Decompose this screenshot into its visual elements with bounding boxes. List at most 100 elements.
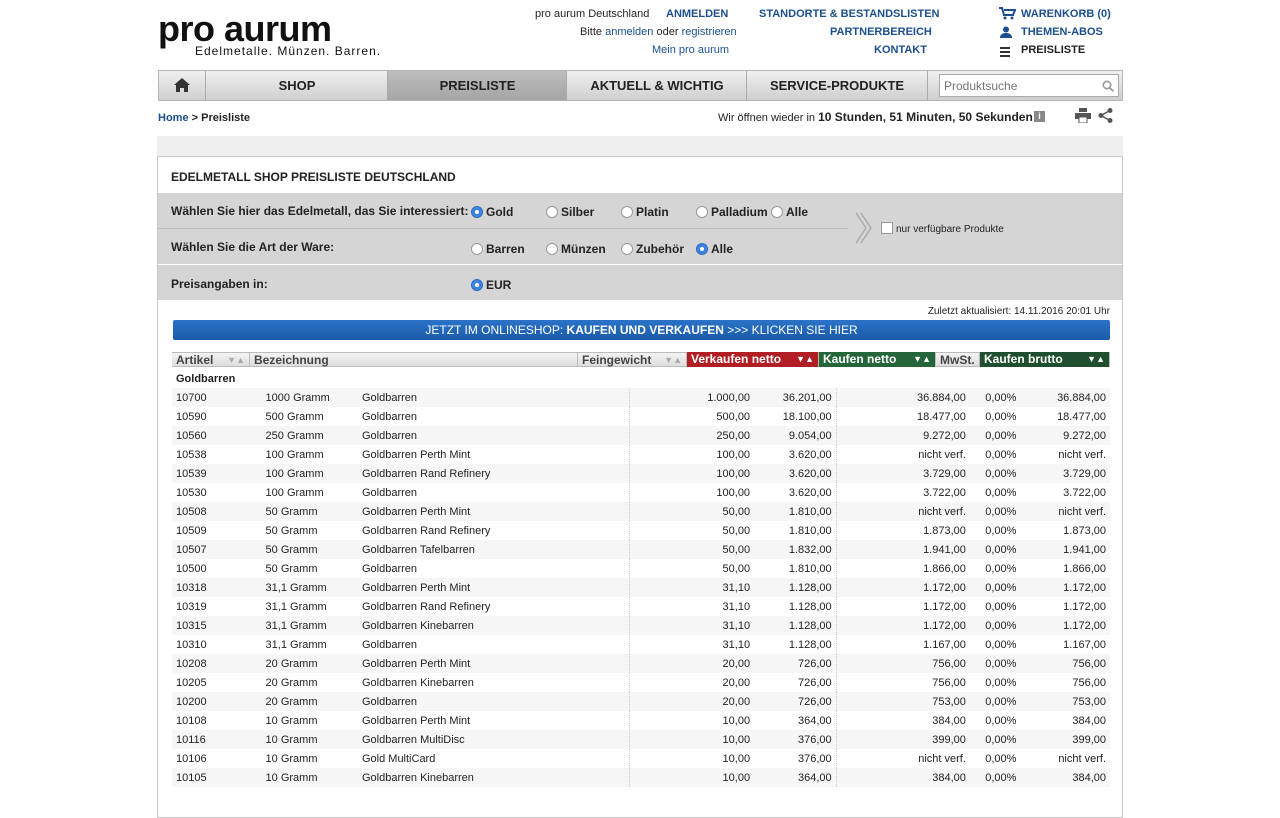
cell-artikel: 10560	[172, 426, 262, 445]
th-mwst: MwSt.	[936, 352, 980, 367]
table-row[interactable]: 10560 250 Gramm Goldbarren 250,00 9.054,00 9.…	[172, 426, 1110, 445]
table-row[interactable]: 10208 20 Gramm Goldbarren Perth Mint 20,00 7…	[172, 654, 1110, 673]
sort-icon[interactable]: ▼▲	[1087, 352, 1105, 367]
table-row[interactable]: 10200 20 Gramm Goldbarren 20,00 726,00 753,00…	[172, 692, 1110, 711]
cell-mwst: 0,00%	[985, 448, 1017, 461]
login-link[interactable]: ANMELDEN	[666, 8, 728, 20]
table-row[interactable]: 10319 31,1 Gramm Goldbarren Rand Refinery 3…	[172, 597, 1110, 616]
table-row[interactable]: 10315 31,1 Gramm Goldbarren Kinebarren 31,1…	[172, 616, 1110, 635]
available-filter[interactable]: nur verfügbare Produkte	[881, 222, 1004, 235]
contact-link[interactable]: KONTAKT	[874, 44, 927, 56]
cell-kaufen-netto: 756,00	[932, 676, 966, 689]
table-row[interactable]: 10310 31,1 Gramm Goldbarren 31,10 1.128,00 1.…	[172, 635, 1110, 654]
table-row[interactable]: 10106 10 Gramm Gold MultiCard 10,00 376,00 ni…	[172, 749, 1110, 768]
nav-aktuell[interactable]: AKTUELL & WICHTIG	[566, 71, 747, 100]
table-row[interactable]: 10108 10 Gramm Goldbarren Perth Mint 10,00 3…	[172, 711, 1110, 730]
table-row[interactable]: 10700 1000 Gramm Goldbarren 1.000,00 36.201,…	[172, 388, 1110, 407]
radio-silber[interactable]	[546, 206, 558, 218]
print-icon[interactable]	[1075, 108, 1091, 128]
cell-gewicht: 10 Gramm	[265, 752, 318, 765]
cell-bezeichnung: Goldbarren Tafelbarren	[357, 540, 630, 559]
radio-platin[interactable]	[621, 206, 633, 218]
type-zubehoer-label: Zubehör	[636, 242, 684, 256]
th-verkaufen-netto[interactable]: Verkaufen netto ▼▲	[687, 352, 819, 367]
sort-icon[interactable]: ▼▲	[664, 353, 682, 368]
radio-metal-alle[interactable]	[771, 206, 783, 218]
sort-icon[interactable]: ▼▲	[227, 353, 245, 368]
type-alle[interactable]: Alle	[696, 242, 733, 256]
share-icon[interactable]	[1098, 108, 1114, 128]
cell-gewicht: 31,1 Gramm	[261, 616, 358, 635]
anmelden-link[interactable]: anmelden	[605, 26, 653, 38]
breadcrumb-home[interactable]: Home	[158, 112, 189, 124]
my-account-link[interactable]: Mein pro aurum	[652, 44, 729, 56]
type-barren[interactable]: Barren	[471, 242, 525, 256]
cell-kaufen-brutto: 1.866,00	[1063, 562, 1106, 575]
radio-barren[interactable]	[471, 243, 483, 255]
table-row[interactable]: 10500 50 Gramm Goldbarren 50,00 1.810,00 1.86…	[172, 559, 1110, 578]
cell-verkaufen: 726,00	[754, 654, 837, 673]
table-row[interactable]: 10105 10 Gramm Goldbarren Kinebarren 10,00 3…	[172, 768, 1110, 787]
table-row[interactable]: 10539 100 Gramm Goldbarren Rand Refinery 10…	[172, 464, 1110, 483]
table-row[interactable]: 10116 10 Gramm Goldbarren MultiDisc 10,00 37…	[172, 730, 1110, 749]
th-kaufen-netto[interactable]: Kaufen netto ▼▲	[819, 352, 936, 367]
nav-preisliste[interactable]: PREISLISTE	[387, 71, 567, 100]
th-bezeichnung[interactable]: Bezeichnung	[250, 352, 578, 367]
radio-zubehoer[interactable]	[621, 243, 633, 255]
th-artikel[interactable]: Artikel ▼▲	[172, 352, 250, 367]
table-row[interactable]: 10205 20 Gramm Goldbarren Kinebarren 20,00 7…	[172, 673, 1110, 692]
cart-icon[interactable]	[998, 6, 1017, 25]
th-feingewicht[interactable]: Feingewicht ▼▲	[578, 352, 687, 367]
th-kaufen-brutto[interactable]: Kaufen brutto ▼▲	[980, 352, 1110, 367]
currency-eur[interactable]: EUR	[471, 278, 511, 292]
th-feingewicht-label: Feingewicht	[582, 353, 652, 367]
cart-link[interactable]: WARENKORB (0)	[1021, 8, 1111, 20]
pricelist-link[interactable]: PREISLISTE	[1021, 44, 1085, 56]
metal-alle[interactable]: Alle	[771, 205, 808, 219]
table-row[interactable]: 10530 100 Gramm Goldbarren 100,00 3.620,00 3.…	[172, 483, 1110, 502]
locations-link[interactable]: STANDORTE & BESTANDSLISTEN	[759, 8, 940, 20]
table-row[interactable]: 10590 500 Gramm Goldbarren 500,00 18.100,00 1…	[172, 407, 1110, 426]
radio-gold[interactable]	[471, 206, 483, 218]
currency-eur-label: EUR	[486, 278, 512, 292]
radio-palladium[interactable]	[696, 206, 708, 218]
sort-icon[interactable]: ▼▲	[796, 352, 814, 367]
radio-eur[interactable]	[471, 279, 483, 291]
sort-icon[interactable]: ▼▲	[913, 352, 931, 367]
cell-mwst: 0,00%	[985, 410, 1017, 423]
search-icon[interactable]	[1102, 79, 1114, 97]
table-row[interactable]: 10318 31,1 Gramm Goldbarren Perth Mint 31,1…	[172, 578, 1110, 597]
type-muenzen[interactable]: Münzen	[546, 242, 606, 256]
metal-silber[interactable]: Silber	[546, 205, 594, 219]
partner-link[interactable]: PARTNERBEREICH	[830, 26, 932, 38]
search-input[interactable]	[940, 75, 1098, 96]
nav-shop[interactable]: SHOP	[205, 71, 388, 100]
cell-verkaufen: 1.810,00	[754, 521, 837, 540]
table-row[interactable]: 10509 50 Gramm Goldbarren Rand Refinery 50,…	[172, 521, 1110, 540]
onlineshop-cta-button[interactable]: JETZT IM ONLINESHOP: KAUFEN UND VERKAUFE…	[173, 320, 1110, 340]
home-icon[interactable]	[159, 71, 205, 100]
type-zubehoer[interactable]: Zubehör	[621, 242, 684, 256]
radio-muenzen[interactable]	[546, 243, 558, 255]
table-row[interactable]: 10508 50 Gramm Goldbarren Perth Mint 50,00 1…	[172, 502, 1110, 521]
main-nav: SHOP PREISLISTE AKTUELL & WICHTIG SERVIC…	[158, 70, 1123, 101]
cell-kaufen-brutto: 1.172,00	[1020, 616, 1110, 635]
table-row[interactable]: 10538 100 Gramm Goldbarren Perth Mint 100,0…	[172, 445, 1110, 464]
table-row[interactable]: 10507 50 Gramm Goldbarren Tafelbarren 50,00…	[172, 540, 1110, 559]
cell-feingewicht: 31,10	[629, 578, 755, 597]
available-checkbox[interactable]	[881, 222, 893, 234]
metal-gold[interactable]: Gold	[471, 205, 513, 219]
cell-verkaufen: 1.128,00	[754, 616, 837, 635]
cell-verkaufen: 376,00	[754, 749, 837, 768]
register-link[interactable]: registrieren	[682, 26, 737, 38]
metal-palladium[interactable]: Palladium	[696, 205, 768, 219]
nav-service[interactable]: SERVICE-PRODUKTE	[746, 71, 928, 100]
info-icon[interactable]: i	[1034, 111, 1045, 122]
group-heading: Goldbarren	[176, 373, 236, 385]
abos-link[interactable]: THEMEN-ABOS	[1021, 26, 1103, 38]
radio-type-alle[interactable]	[696, 243, 708, 255]
metal-platin[interactable]: Platin	[621, 205, 669, 219]
cell-bezeichnung: Goldbarren	[357, 635, 630, 654]
cell-verkaufen: 3.620,00	[754, 464, 837, 483]
type-barren-label: Barren	[486, 242, 525, 256]
